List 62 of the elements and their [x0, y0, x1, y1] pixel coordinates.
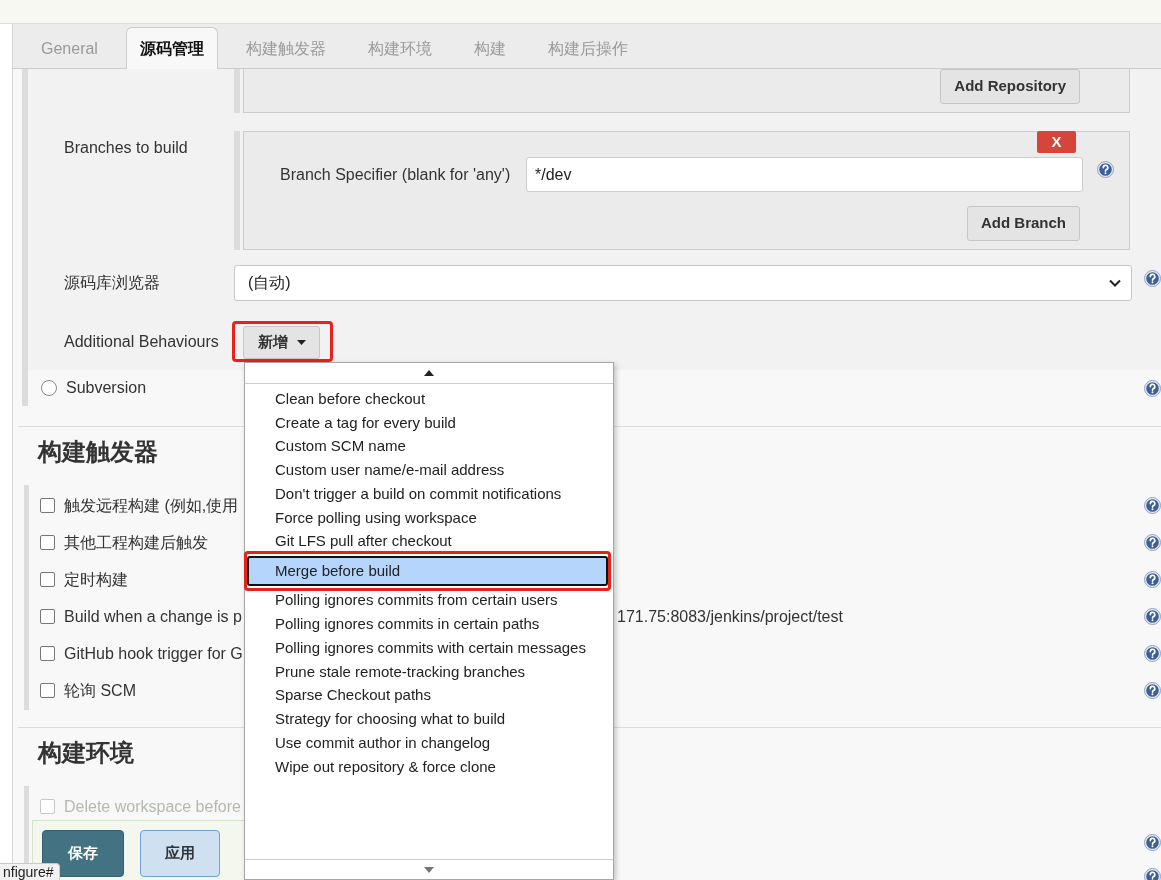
branch-specifier-label: Branch Specifier (blank for 'any') — [280, 165, 512, 185]
add-repository-button[interactable]: Add Repository — [940, 69, 1080, 104]
apply-button[interactable]: 应用 — [140, 830, 220, 877]
help-icon[interactable] — [1144, 608, 1161, 625]
env-checkbox[interactable] — [40, 799, 55, 814]
add-behaviour-button[interactable]: 新增 — [243, 326, 320, 359]
section-heading: 构建触发器 — [38, 437, 158, 467]
trigger-checkbox[interactable] — [40, 646, 55, 661]
browser-select[interactable]: (自动) — [234, 265, 1132, 301]
help-icon[interactable] — [1144, 645, 1161, 662]
branch-specifier-input[interactable]: */dev — [526, 157, 1083, 192]
remove-branch-button[interactable]: X — [1037, 131, 1076, 153]
menu-item[interactable]: Custom SCM name — [245, 437, 613, 456]
trigger-label: 轮询 SCM — [64, 680, 136, 701]
menu-item[interactable]: Wipe out repository & force clone — [245, 757, 613, 776]
menu-item[interactable]: Create a tag for every build — [245, 413, 613, 432]
trigger-label: 触发远程构建 (例如,使用 — [64, 495, 239, 516]
menu-item[interactable]: Polling ignores commits from certain users — [245, 591, 613, 610]
section-heading: 构建环境 — [38, 738, 134, 768]
branches-label: Branches to build — [64, 139, 188, 156]
trigger-label: 定时构建 — [64, 569, 128, 590]
caret-icon — [296, 340, 306, 345]
add-branch-button[interactable]: Add Branch — [967, 206, 1080, 241]
menu-item[interactable]: Sparse Checkout paths — [245, 686, 613, 705]
menu-item[interactable]: Polling ignores commits with certain messages — [245, 638, 613, 657]
trigger-label: 其他工程构建后触发 — [64, 532, 208, 553]
menu-item[interactable]: Don't trigger a build on commit notifications — [245, 484, 613, 503]
webhook-url-text: 171.75:8083/jenkins/project/test — [617, 606, 843, 627]
browser-label: 源码库浏览器 — [64, 274, 160, 291]
trigger-checkbox[interactable] — [40, 572, 55, 587]
trigger-checkbox[interactable] — [40, 535, 55, 550]
help-icon[interactable] — [1144, 833, 1161, 851]
trigger-checkbox[interactable] — [40, 609, 55, 624]
help-icon[interactable] — [1097, 161, 1114, 178]
help-icon[interactable] — [1144, 534, 1161, 551]
status-url-tooltip: nfigure# — [0, 863, 60, 880]
menu-item[interactable]: Force polling using workspace — [245, 508, 613, 527]
env-label: Delete workspace before — [64, 796, 241, 817]
help-icon[interactable] — [1144, 379, 1161, 397]
menu-item[interactable]: Git LFS pull after checkout — [245, 532, 613, 551]
scroll-down-icon[interactable] — [424, 866, 434, 873]
help-icon[interactable] — [1144, 497, 1161, 514]
menu-item[interactable]: Use commit author in changelog — [245, 733, 613, 752]
menu-item[interactable]: Strategy for choosing what to build — [245, 710, 613, 728]
chevron-icon — [1109, 279, 1121, 287]
menu-item[interactable]: Prune stale remote-tracking branches — [245, 662, 613, 681]
help-icon[interactable] — [1144, 867, 1161, 880]
trigger-checkbox[interactable] — [40, 498, 55, 513]
menu-item[interactable]: Clean before checkout — [245, 389, 613, 408]
help-icon[interactable] — [1144, 571, 1161, 588]
behaviours-label: Additional Behaviours — [64, 333, 219, 350]
subversion-label: Subversion — [66, 378, 147, 398]
subversion-radio[interactable] — [41, 380, 57, 396]
menu-item[interactable]: Custom user name/e-mail address — [245, 461, 613, 479]
menu-item[interactable]: Merge before build — [247, 556, 608, 586]
menu-item[interactable]: Polling ignores commits in certain paths — [245, 615, 613, 633]
trigger-checkbox[interactable] — [40, 683, 55, 698]
trigger-label: Build when a change is p — [64, 607, 242, 625]
help-icon[interactable] — [1144, 682, 1161, 699]
tab[interactable]: 源码管理 — [125, 27, 218, 69]
trigger-label: GitHub hook trigger for G — [64, 643, 243, 664]
help-icon[interactable] — [1144, 270, 1161, 287]
